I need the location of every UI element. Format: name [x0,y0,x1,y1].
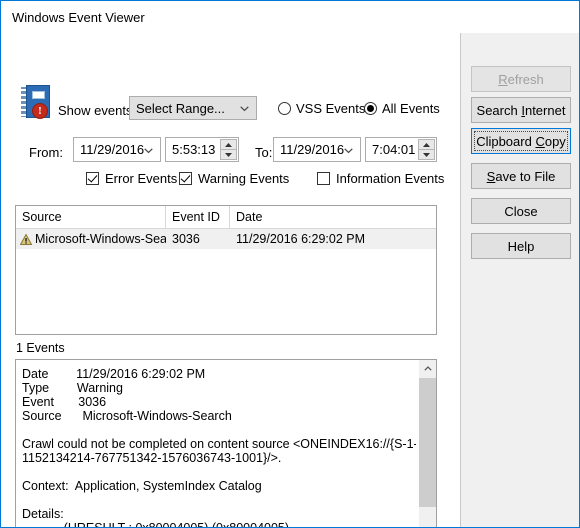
notebook-error-icon: ! [21,85,53,119]
range-combo-value: Select Range... [136,100,225,116]
to-time-spinner[interactable]: 7:04:01 P [365,137,437,162]
checkbox-error-events[interactable]: Error Events [86,171,177,186]
window-body: ! Show events Select Range... VSS Events… [1,33,579,527]
show-events-label: Show events [58,103,133,118]
to-label: To: [255,145,273,160]
column-header-source[interactable]: Source [16,206,166,228]
main-pane: ! Show events Select Range... VSS Events… [1,33,460,527]
event-list-header: Source Event ID Date [16,206,436,229]
event-list[interactable]: Source Event ID Date Microsoft-Windows-S… [15,205,437,335]
row-date-cell: 11/29/2016 6:29:02 PM [236,232,366,246]
search-internet-button[interactable]: Search Internet [471,97,571,123]
from-time-spin-buttons[interactable] [220,139,237,160]
event-detail-pane[interactable]: Date 11/29/2016 6:29:02 PM Type Warning … [15,359,437,528]
checkbox-information-label: Information Events [336,171,445,186]
radio-vss-mark [278,102,291,115]
from-date-combo[interactable]: 11/29/2016 [73,137,161,162]
event-viewer-window: Windows Event Viewer ! Show events Selec… [0,0,580,528]
chevron-down-icon [144,147,153,153]
from-time-value: 5:53:13 P [172,142,228,157]
close-button[interactable]: Close [471,198,571,224]
refresh-button[interactable]: Refresh [471,66,571,92]
chevron-down-icon [240,106,249,112]
window-title: Windows Event Viewer [12,9,145,25]
chevron-down-icon [344,147,353,153]
checkbox-warning-label: Warning Events [198,171,290,186]
scroll-up-icon[interactable] [419,360,436,377]
to-date-combo[interactable]: 11/29/2016 [273,137,361,162]
row-event-id-cell: 3036 [172,232,200,246]
spin-down-icon[interactable] [418,150,435,160]
scrollbar-thumb[interactable] [419,378,436,507]
help-button[interactable]: Help [471,233,571,259]
column-header-event-id[interactable]: Event ID [166,206,230,228]
checkbox-warning-events[interactable]: Warning Events [179,171,289,186]
table-row[interactable]: Microsoft-Windows-Search 3036 11/29/2016… [16,229,436,249]
checkbox-error-mark [86,172,99,185]
close-button-label: Close [504,203,538,219]
radio-vss-events[interactable]: VSS Events [278,101,365,116]
event-detail-text: Date 11/29/2016 6:29:02 PM Type Warning … [22,367,416,528]
radio-all-mark [364,102,377,115]
to-date-value: 11/29/2016 [280,142,345,157]
radio-all-label: All Events [382,101,440,116]
spin-down-icon[interactable] [220,150,237,160]
radio-vss-label: VSS Events [296,101,366,116]
from-time-spinner[interactable]: 5:53:13 P [165,137,239,162]
from-date-value: 11/29/2016 [80,142,145,157]
spin-up-icon[interactable] [418,139,435,150]
title-bar: Windows Event Viewer [1,1,579,33]
row-source-cell: Microsoft-Windows-Search [16,229,166,249]
side-button-panel: Refresh Search Internet Clipboard Copy S… [461,33,579,527]
checkbox-error-label: Error Events [105,171,178,186]
checkbox-information-events[interactable]: Information Events [317,171,444,186]
warning-icon [19,232,33,245]
clipboard-copy-button[interactable]: Clipboard Copy [471,128,571,154]
event-count-status: 1 Events [16,341,65,355]
detail-scrollbar[interactable] [418,360,436,527]
checkbox-warning-mark [179,172,192,185]
radio-all-events[interactable]: All Events [364,101,440,116]
row-source-text: Microsoft-Windows-Search [35,232,166,246]
checkbox-information-mark [317,172,330,185]
column-header-date[interactable]: Date [230,206,436,228]
range-combo[interactable]: Select Range... [129,96,257,120]
from-label: From: [29,145,63,160]
to-time-spin-buttons[interactable] [418,139,435,160]
error-badge-icon: ! [32,103,48,119]
save-to-file-button[interactable]: Save to File [471,163,571,189]
spin-up-icon[interactable] [220,139,237,150]
help-button-label: Help [507,238,535,254]
